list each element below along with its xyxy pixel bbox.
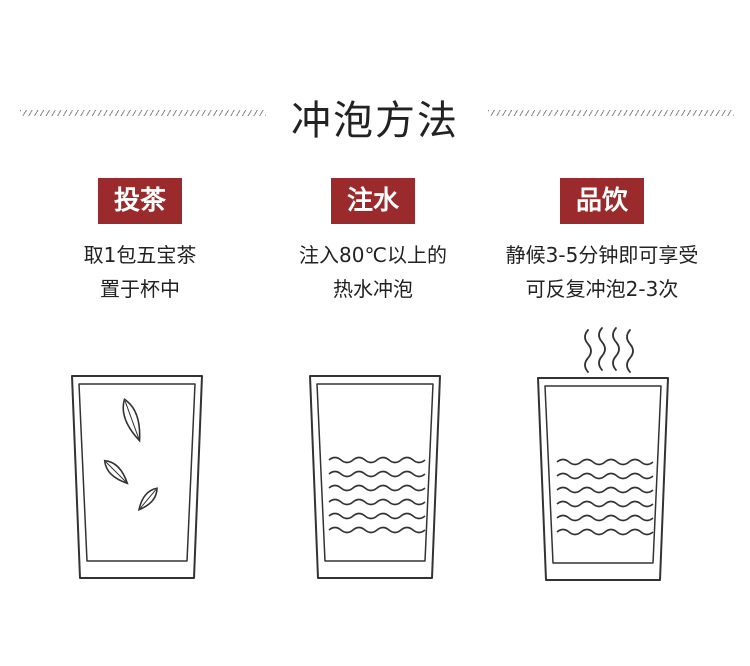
steam-icon (584, 327, 634, 373)
step-description: 静候3-5分钟即可享受 可反复冲泡2-3次 (482, 238, 722, 306)
step-description-line: 热水冲泡 (333, 277, 413, 301)
step-badge: 投茶 (98, 178, 182, 224)
tea-leaf-icon (103, 459, 129, 485)
step-add-water: 注水 注入80℃以上的 热水冲泡 (253, 178, 493, 306)
step-description-line: 可反复冲泡2-3次 (525, 277, 679, 301)
step-add-tea: 投茶 取1包五宝茶 置于杯中 (20, 178, 260, 306)
decorative-hatch-left (20, 110, 266, 116)
water-waves-icon (556, 458, 654, 536)
step-description: 取1包五宝茶 置于杯中 (20, 238, 260, 306)
water-waves-icon (328, 456, 426, 534)
page-title: 冲泡方法 (291, 98, 459, 144)
cup-with-water-icon (309, 375, 441, 579)
step-description-line: 取1包五宝茶 (83, 243, 197, 267)
step-description-line: 置于杯中 (100, 277, 180, 301)
step-description-line: 注入80℃以上的 (299, 243, 447, 267)
step-description: 注入80℃以上的 热水冲泡 (253, 238, 493, 306)
decorative-hatch-right (488, 110, 734, 116)
cup-with-steam-icon (537, 327, 669, 581)
step-description-line: 静候3-5分钟即可享受 (505, 243, 699, 267)
tea-leaf-icon (137, 487, 158, 512)
tea-leaf-icon (122, 398, 141, 443)
step-enjoy: 品饮 静候3-5分钟即可享受 可反复冲泡2-3次 (482, 178, 722, 306)
step-badge: 注水 (331, 178, 415, 224)
cup-with-leaves-icon (71, 375, 203, 579)
step-badge: 品饮 (560, 178, 644, 224)
